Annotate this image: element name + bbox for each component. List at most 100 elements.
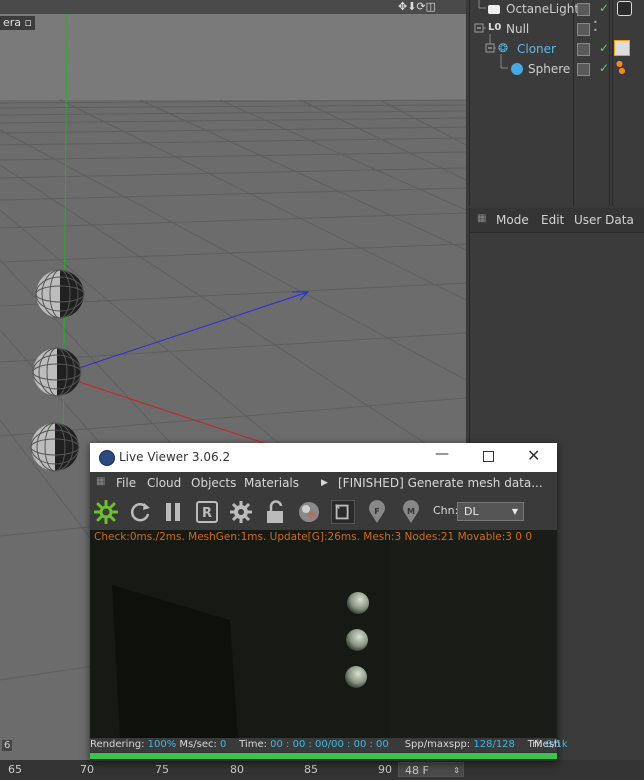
menu-file[interactable]: File bbox=[116, 476, 136, 490]
clay-mode-icon[interactable] bbox=[331, 500, 355, 524]
material-tag-icon[interactable] bbox=[614, 40, 630, 56]
timeline-tick: 85 bbox=[304, 763, 318, 776]
region-render-icon[interactable]: R bbox=[195, 500, 219, 524]
tab-mode[interactable]: Mode bbox=[496, 213, 529, 227]
enabled-check-icon[interactable]: ✓ bbox=[599, 61, 609, 75]
time-label: Time: bbox=[239, 739, 267, 750]
object-row-sphere[interactable]: Sphere ✓ ● ● bbox=[470, 59, 644, 79]
rendering-label: Rendering: bbox=[90, 739, 145, 750]
object-row-octanelight[interactable]: OctaneLight ✓ bbox=[470, 0, 644, 19]
rendering-value: 100% bbox=[147, 739, 177, 750]
timeline-start-value: 6 bbox=[2, 740, 13, 751]
octane-logo-icon[interactable] bbox=[94, 500, 118, 524]
maximize-button[interactable] bbox=[483, 451, 494, 462]
light-icon bbox=[488, 5, 500, 14]
enabled-check-icon[interactable]: ✓ bbox=[599, 41, 609, 55]
enabled-check-icon[interactable]: ✓ bbox=[599, 1, 609, 15]
mesh-label: Mesh bbox=[534, 739, 561, 750]
grip-icon[interactable]: ▦ bbox=[96, 476, 105, 487]
material-ball-icon[interactable] bbox=[297, 500, 321, 524]
pause-icon[interactable] bbox=[161, 500, 185, 524]
octane-tag-icon[interactable]: ● ● bbox=[616, 60, 626, 75]
timeline[interactable]: 6 65 70 75 80 85 90 48 F ⇕ bbox=[0, 740, 644, 780]
live-viewer-window: Live Viewer 3.06.2 — ✕ ▦ File Cloud Obje… bbox=[90, 443, 568, 761]
progress-track bbox=[90, 753, 557, 759]
cinema4d-app-icon bbox=[99, 450, 115, 466]
visibility-toggle[interactable] bbox=[577, 3, 590, 16]
object-row-null[interactable]: L0 Null • • bbox=[470, 19, 644, 39]
progress-bar bbox=[90, 753, 557, 759]
visibility-toggle[interactable] bbox=[577, 23, 590, 36]
sphere-2[interactable] bbox=[32, 347, 82, 397]
camera-label[interactable]: era ▫ bbox=[0, 16, 35, 30]
menu-materials[interactable]: Materials bbox=[244, 476, 299, 490]
lock-icon[interactable] bbox=[263, 500, 287, 524]
settings-gear-icon[interactable] bbox=[229, 500, 253, 524]
mssec-label: Ms/sec: bbox=[179, 739, 217, 750]
current-frame-value: 48 F bbox=[405, 764, 429, 777]
render-view[interactable]: Check:0ms./2ms. MeshGen:1ms. Update[G]:2… bbox=[90, 530, 557, 738]
rendered-sphere bbox=[346, 629, 368, 651]
render-stats-overlay: Check:0ms./2ms. MeshGen:1ms. Update[G]:2… bbox=[94, 531, 533, 543]
pick-material-icon[interactable]: M bbox=[399, 500, 423, 524]
spp-label: Spp/maxspp: bbox=[404, 739, 471, 750]
close-button[interactable]: ✕ bbox=[527, 446, 540, 465]
channel-label: Chn: bbox=[433, 504, 459, 517]
tab-edit[interactable]: Edit bbox=[541, 213, 564, 227]
menu-cloud[interactable]: Cloud bbox=[147, 476, 181, 490]
spp-value: 128/128 bbox=[473, 739, 515, 750]
visibility-toggle[interactable] bbox=[577, 63, 590, 76]
timeline-tick: 75 bbox=[155, 763, 169, 776]
cloner-icon: ❂ bbox=[498, 41, 509, 55]
timeline-tick: 65 bbox=[8, 763, 22, 776]
live-viewer-menubar: ▦ File Cloud Objects Materials ▶ [FINISH… bbox=[90, 472, 557, 495]
timeline-tick: 90 bbox=[378, 763, 392, 776]
object-name[interactable]: Sphere bbox=[528, 62, 570, 76]
pick-focus-icon[interactable]: F bbox=[365, 500, 389, 524]
current-frame-field[interactable]: 48 F ⇕ bbox=[398, 762, 464, 777]
sphere-1[interactable] bbox=[35, 269, 85, 319]
live-viewer-toolbar: R F M Chn: DL ▼ bbox=[90, 494, 557, 530]
menu-overflow-arrow-icon[interactable]: ▶ bbox=[321, 478, 328, 488]
tab-user-data[interactable]: User Data bbox=[574, 213, 634, 227]
live-viewer-statusbar: Rendering: 100% Ms/sec: 0 Time: 00 : 00 … bbox=[90, 738, 568, 752]
viewport-header bbox=[0, 0, 466, 14]
object-name[interactable]: Null bbox=[506, 22, 529, 36]
object-manager: OctaneLight ✓ L0 Null • • ❂ Cloner ✓ Sphe… bbox=[469, 0, 644, 206]
rendered-sphere bbox=[345, 666, 367, 688]
viewport-nav-icons[interactable]: ✥⬇⟳◫ bbox=[398, 0, 436, 13]
channel-select[interactable]: DL ▼ bbox=[457, 502, 524, 521]
camera-label-text: era bbox=[3, 16, 22, 29]
visibility-dots-icon[interactable]: • • bbox=[593, 19, 598, 35]
sphere-icon bbox=[511, 63, 523, 75]
object-row-cloner[interactable]: ❂ Cloner ✓ bbox=[470, 39, 644, 59]
object-name[interactable]: OctaneLight bbox=[506, 2, 579, 16]
camera-icon: ▫ bbox=[24, 16, 32, 29]
window-title: Live Viewer 3.06.2 bbox=[119, 450, 231, 464]
null-icon: L0 bbox=[488, 22, 502, 33]
timeline-tick: 70 bbox=[80, 763, 94, 776]
object-name[interactable]: Cloner bbox=[517, 42, 556, 56]
status-message: [FINISHED] Generate mesh data... bbox=[338, 476, 543, 490]
rendered-sphere bbox=[347, 592, 369, 614]
refresh-icon[interactable] bbox=[128, 500, 152, 524]
light-tag-icon[interactable] bbox=[617, 1, 632, 16]
sphere-3[interactable] bbox=[30, 422, 80, 472]
svg-text:M: M bbox=[407, 507, 415, 516]
live-viewer-titlebar[interactable]: Live Viewer 3.06.2 — ✕ bbox=[90, 443, 557, 472]
stepper-icon[interactable]: ⇕ bbox=[453, 763, 460, 778]
svg-text:R: R bbox=[202, 506, 212, 521]
minimize-button[interactable]: — bbox=[435, 446, 449, 462]
grip-icon[interactable]: ▦ bbox=[477, 213, 486, 224]
status-line: Rendering: 100% Ms/sec: 0 Time: 00 : 00 … bbox=[90, 739, 568, 750]
visibility-toggle[interactable] bbox=[577, 43, 590, 56]
svg-text:F: F bbox=[374, 507, 379, 516]
chevron-down-icon: ▼ bbox=[511, 507, 518, 516]
attribute-tabs: ▦ Mode Edit User Data bbox=[470, 208, 644, 233]
render-image bbox=[90, 530, 557, 738]
channel-value: DL bbox=[464, 505, 479, 518]
mssec-value: 0 bbox=[220, 739, 227, 750]
timeline-tick: 80 bbox=[230, 763, 244, 776]
time-value: 00 : 00 : 00/00 : 00 : 00 bbox=[270, 739, 389, 750]
menu-objects[interactable]: Objects bbox=[191, 476, 236, 490]
